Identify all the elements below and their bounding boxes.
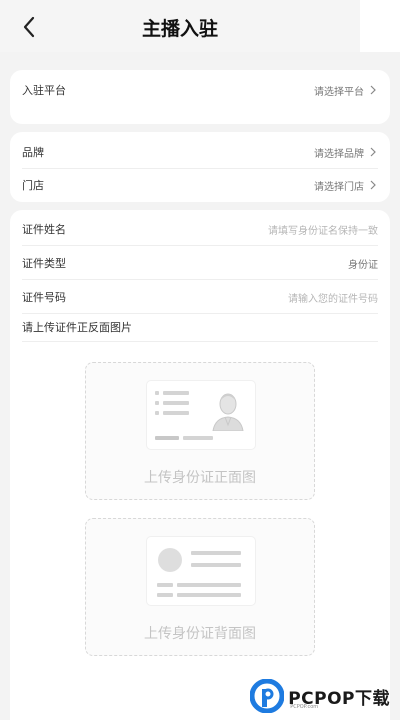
chevron-right-icon [370, 147, 376, 157]
divider [22, 279, 378, 280]
id-type-value[interactable]: 身份证 [348, 256, 378, 271]
upload-prompt: 请上传证件正反面图片 [22, 321, 132, 334]
upload-back-label: 上传身份证背面图 [144, 626, 256, 642]
platform-select[interactable]: 请选择平台 [314, 83, 378, 98]
id-number-row[interactable]: 证件号码 请输入您的证件号码 [22, 282, 378, 312]
watermark-subtext: PCPOP.com [290, 704, 319, 710]
platform-value: 请选择平台 [314, 86, 364, 98]
platform-card: 入驻平台 请选择平台 [10, 70, 390, 124]
pcpop-logo-icon [250, 679, 285, 713]
divider [22, 168, 378, 169]
brand-select[interactable]: 请选择品牌 [314, 145, 378, 160]
upload-front-label: 上传身份证正面图 [144, 470, 256, 486]
brand-value: 请选择品牌 [314, 148, 364, 160]
divider [22, 245, 378, 246]
store-label: 门店 [22, 179, 44, 192]
pcpop-watermark: PCPOP下载 PCPOP.com [250, 678, 390, 714]
divider [22, 341, 378, 342]
brand-store-card: 品牌 请选择品牌 门店 请选择门店 [10, 132, 390, 202]
id-number-label: 证件号码 [22, 291, 66, 304]
upload-back-button[interactable]: 上传身份证背面图 [85, 518, 315, 656]
upload-prompt-row: 请上传证件正反面图片 [22, 312, 378, 342]
id-card-front-icon [147, 381, 255, 449]
id-card-back-icon [147, 537, 255, 605]
store-row[interactable]: 门店 请选择门店 [22, 170, 378, 200]
store-select[interactable]: 请选择门店 [314, 178, 378, 193]
id-number-input[interactable]: 请输入您的证件号码 [288, 290, 378, 305]
app-header: 主播入驻 [0, 0, 400, 52]
platform-row[interactable]: 入驻平台 请选择平台 [22, 75, 378, 105]
id-type-row[interactable]: 证件类型 身份证 [22, 248, 378, 278]
store-value: 请选择门店 [314, 181, 364, 193]
brand-label: 品牌 [22, 146, 44, 159]
upload-front-button[interactable]: 上传身份证正面图 [85, 362, 315, 500]
chevron-right-icon [370, 85, 376, 95]
id-name-row[interactable]: 证件姓名 请填写身份证名保持一致 [22, 214, 378, 244]
id-name-label: 证件姓名 [22, 223, 66, 236]
header-edge [360, 0, 400, 52]
id-type-label: 证件类型 [22, 257, 66, 270]
chevron-right-icon [370, 180, 376, 190]
id-name-input[interactable]: 请填写身份证名保持一致 [268, 222, 378, 237]
page-title: 主播入驻 [141, 18, 218, 40]
platform-label: 入驻平台 [22, 84, 66, 97]
brand-row[interactable]: 品牌 请选择品牌 [22, 137, 378, 167]
